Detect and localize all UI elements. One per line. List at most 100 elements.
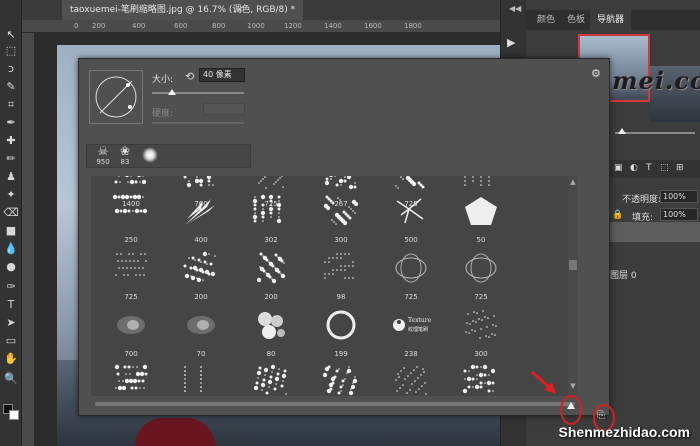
layer-row-selected[interactable] xyxy=(610,222,700,242)
size-slider-knob[interactable] xyxy=(168,89,176,95)
brush-tip-preview[interactable] xyxy=(89,70,143,124)
zoom-tool-icon[interactable]: 🔍 xyxy=(3,372,19,386)
filter-type-icon[interactable]: ▣ xyxy=(614,163,623,173)
brush-size-label: 70 xyxy=(196,350,206,358)
document-tab[interactable]: taoxuemei-笔刷缩略图.jpg @ 16.7% (调色, RGB/8) … xyxy=(62,0,304,20)
filter-text-icon[interactable]: T xyxy=(646,163,652,173)
healing-brush-tool-icon[interactable]: ✚ xyxy=(3,134,19,148)
navigator-zoom-slider[interactable] xyxy=(610,124,700,138)
brush-preset-cell[interactable]: 300 xyxy=(167,360,235,396)
gradient-tool-icon[interactable]: ■ xyxy=(3,224,19,238)
crack-brush-thumbnail-icon xyxy=(391,193,431,229)
collapse-arrows-icon[interactable]: ◀◀ xyxy=(509,4,521,13)
brush-preset-cell[interactable]: 302 xyxy=(237,190,305,245)
ring-brush-thumbnail-icon xyxy=(321,307,361,343)
size-slider[interactable] xyxy=(152,92,244,94)
hardness-input[interactable] xyxy=(203,103,245,115)
play-action-icon[interactable]: ▶ xyxy=(507,36,515,49)
pen-tool-icon[interactable]: ✑ xyxy=(3,280,19,294)
brush-size-label: 200 xyxy=(264,293,278,301)
brush-preset-cell[interactable]: 200 xyxy=(237,247,305,302)
brush-preset-cell[interactable]: 100 xyxy=(307,360,375,396)
brush-preset-cell[interactable]: 400 xyxy=(167,190,235,245)
tab-swatches[interactable]: 色板 xyxy=(560,10,592,30)
layer-name[interactable]: 图层 0 xyxy=(610,268,637,281)
type-tool-icon[interactable]: T xyxy=(3,298,19,312)
filter-shape-icon[interactable]: ⬚ xyxy=(660,163,669,173)
quick-select-tool-icon[interactable]: ✎ xyxy=(3,80,19,94)
document-tab-bar: taoxuemei-笔刷缩略图.jpg @ 16.7% (调色, RGB/8) … xyxy=(22,0,500,20)
brush-preset-cell[interactable]: 500 xyxy=(377,190,445,245)
brush-preset-cell[interactable]: 50 xyxy=(447,190,515,245)
brush-preset-cell[interactable]: 725 xyxy=(447,247,515,302)
swirl-brush-thumbnail-icon xyxy=(461,250,501,286)
filter-adjust-icon[interactable]: ◐ xyxy=(630,163,638,173)
brush-preset-cell[interactable]: 70 xyxy=(167,304,235,359)
brush-angle-icon[interactable] xyxy=(90,71,142,123)
filter-smart-icon[interactable]: ⊞ xyxy=(676,163,684,173)
tab-color[interactable]: 颜色 xyxy=(530,10,562,30)
scroll-up-icon[interactable]: ▲ xyxy=(568,178,578,186)
brush-preset-cell[interactable]: 93 xyxy=(237,360,305,396)
pentagon-brush-thumbnail-icon xyxy=(461,193,501,229)
zoom-slider-knob[interactable] xyxy=(618,128,626,134)
recent-brush[interactable] xyxy=(137,144,163,166)
picker-resize-bar[interactable] xyxy=(95,402,575,406)
reset-size-icon[interactable]: ⟲ xyxy=(185,70,194,83)
brush-preset-cell[interactable]: 199 xyxy=(307,304,375,359)
grid-scrollbar[interactable] xyxy=(568,176,578,396)
brush-preset-cell[interactable]: 200 xyxy=(167,247,235,302)
brush-preset-cell[interactable]: 300 xyxy=(307,190,375,245)
scroll-down-icon[interactable]: ▼ xyxy=(568,382,578,390)
eraser-tool-icon[interactable]: ⌫ xyxy=(3,206,19,220)
brush-preset-cell[interactable]: 300 xyxy=(447,304,515,359)
rectangle-tool-icon[interactable]: ▭ xyxy=(3,334,19,348)
brush-preset-cell[interactable]: 250 xyxy=(97,190,165,245)
hardness-slider[interactable] xyxy=(152,122,244,124)
brush-preset-cell[interactable]: 193 xyxy=(377,360,445,396)
fill-field[interactable]: 100% xyxy=(660,208,698,221)
brush-preset-cell[interactable]: 725 xyxy=(377,247,445,302)
brush-size-label: 238 xyxy=(404,350,418,358)
tab-navigator[interactable]: 导航器 xyxy=(590,10,632,30)
history-brush-tool-icon[interactable]: ✦ xyxy=(3,188,19,202)
recent-brush[interactable]: ❀ 83 xyxy=(115,144,135,166)
clone-stamp-tool-icon[interactable]: ♟ xyxy=(3,170,19,184)
gear-icon[interactable]: ⚙ xyxy=(591,67,601,80)
brush-size-label: 200 xyxy=(194,293,208,301)
scrollbar-thumb[interactable] xyxy=(569,260,577,270)
scatter-brush-thumbnail-icon xyxy=(251,193,291,229)
brush-preset-cell[interactable]: 700 xyxy=(97,304,165,359)
dodge-tool-icon[interactable]: ● xyxy=(3,260,19,274)
brush-preset-cell[interactable]: 1001 xyxy=(447,360,515,396)
lasso-tool-icon[interactable]: ↄ xyxy=(3,62,19,76)
ruler-label: 1400 xyxy=(324,22,342,30)
close-tab-icon[interactable]: × xyxy=(236,0,248,20)
ruler-label: 0 xyxy=(74,22,79,30)
expand-picker-icon[interactable] xyxy=(567,402,575,409)
brush-tool-icon[interactable]: ✏ xyxy=(3,152,19,166)
blur-tool-icon[interactable]: 💧 xyxy=(3,242,19,256)
dots-brush-thumbnail-icon xyxy=(181,250,221,286)
background-color-swatch[interactable] xyxy=(9,410,19,420)
brush-preset-cell[interactable]: 725 xyxy=(97,247,165,302)
marquee-tool-icon[interactable]: ⬚ xyxy=(3,44,19,58)
brush-preset-cell[interactable]: 98 xyxy=(307,247,375,302)
move-tool-icon[interactable]: ↖ xyxy=(3,28,19,42)
brush-preset-cell[interactable]: Texture 纹理笔刷 238 xyxy=(377,304,445,359)
skull-brush-icon: ☠ xyxy=(97,144,109,158)
leaves-brush-thumbnail-icon xyxy=(181,193,221,229)
eyedropper-tool-icon[interactable]: ✒ xyxy=(3,116,19,130)
recent-brush[interactable]: ☠ 950 xyxy=(93,144,113,166)
brush-preset-cell[interactable]: 80 xyxy=(237,304,305,359)
hardness-label: 硬度: xyxy=(152,109,174,119)
brush-size-label: 400 xyxy=(194,236,208,244)
hand-tool-icon[interactable]: ✋ xyxy=(3,352,19,366)
opacity-field[interactable]: 100% xyxy=(660,190,698,203)
crop-tool-icon[interactable]: ⌗ xyxy=(3,98,19,112)
path-select-tool-icon[interactable]: ➤ xyxy=(3,316,19,330)
brush-preset-cell[interactable]: 500 xyxy=(97,360,165,396)
lock-icon[interactable]: 🔒 xyxy=(612,210,623,220)
size-input[interactable]: 40 像素 xyxy=(199,68,245,82)
new-preset-icon[interactable]: ⎘ xyxy=(597,410,605,421)
